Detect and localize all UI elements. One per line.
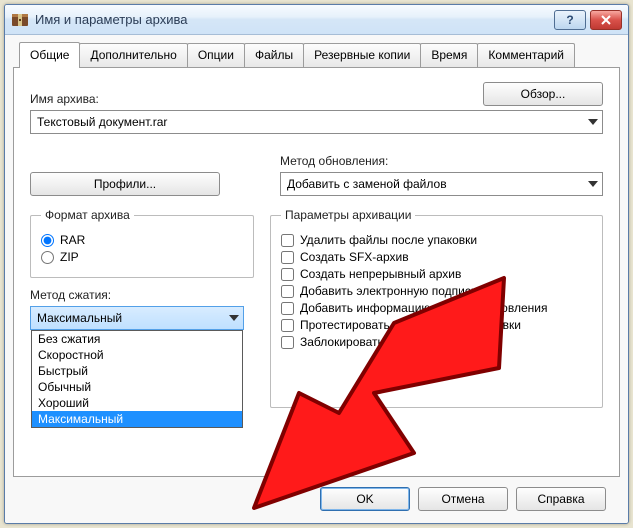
tab-advanced[interactable]: Дополнительно [79, 43, 187, 67]
dialog-window: Имя и параметры архива ? Общие Дополните… [4, 4, 629, 524]
tab-backup[interactable]: Резервные копии [303, 43, 421, 67]
compression-option[interactable]: Быстрый [32, 363, 242, 379]
opt-solid[interactable]: Создать непрерывный архив [281, 267, 592, 281]
archive-params-group: Параметры архивации Удалить файлы после … [270, 208, 603, 408]
opt-lock[interactable]: Заблокировать архив [281, 335, 592, 349]
tab-general[interactable]: Общие [19, 42, 80, 68]
opt-test[interactable]: Протестировать файлы после упаковки [281, 318, 592, 332]
compression-option[interactable]: Без сжатия [32, 331, 242, 347]
app-icon [11, 11, 29, 29]
opt-recovery[interactable]: Добавить информацию для восстановления [281, 301, 592, 315]
compression-value: Максимальный [37, 311, 122, 325]
tab-files[interactable]: Файлы [244, 43, 304, 67]
archive-name-value: Текстовый документ.rar [37, 115, 167, 129]
opt-delete-after[interactable]: Удалить файлы после упаковки [281, 233, 592, 247]
compression-combo[interactable]: Максимальный Без сжатия Скоростной Быстр… [30, 306, 244, 330]
window-buttons: ? [554, 10, 622, 30]
tab-time[interactable]: Время [420, 43, 478, 67]
close-button[interactable] [590, 10, 622, 30]
help-button[interactable]: ? [554, 10, 586, 30]
window-title: Имя и параметры архива [35, 12, 554, 27]
compression-option[interactable]: Обычный [32, 379, 242, 395]
ok-button[interactable]: OK [320, 487, 410, 511]
update-method-combo[interactable]: Добавить с заменой файлов [280, 172, 603, 196]
opt-sfx[interactable]: Создать SFX-архив [281, 250, 592, 264]
compression-option-selected[interactable]: Максимальный [32, 411, 242, 427]
compression-dropdown: Без сжатия Скоростной Быстрый Обычный Хо… [31, 330, 243, 428]
tab-panel-general: Имя архива: Обзор... Текстовый документ.… [13, 67, 620, 477]
format-rar-radio[interactable]: RAR [41, 233, 243, 247]
tabstrip: Общие Дополнительно Опции Файлы Резервны… [19, 41, 620, 67]
update-method-value: Добавить с заменой файлов [287, 177, 447, 191]
archive-params-legend: Параметры архивации [281, 208, 415, 222]
dialog-button-bar: OK Отмена Справка [13, 477, 620, 515]
browse-button[interactable]: Обзор... [483, 82, 603, 106]
tab-comment[interactable]: Комментарий [477, 43, 575, 67]
svg-text:?: ? [566, 14, 573, 26]
update-method-label: Метод обновления: [280, 154, 603, 168]
titlebar: Имя и параметры архива ? [5, 5, 628, 35]
chevron-down-icon [588, 119, 598, 125]
chevron-down-icon [229, 315, 239, 321]
compression-option[interactable]: Хороший [32, 395, 242, 411]
cancel-button[interactable]: Отмена [418, 487, 508, 511]
help-button-footer[interactable]: Справка [516, 487, 606, 511]
archive-format-legend: Формат архива [41, 208, 134, 222]
compression-label: Метод сжатия: [30, 288, 254, 302]
client-area: Общие Дополнительно Опции Файлы Резервны… [5, 35, 628, 523]
archive-format-group: Формат архива RAR ZIP [30, 208, 254, 278]
archive-name-input[interactable]: Текстовый документ.rar [30, 110, 603, 134]
format-zip-radio[interactable]: ZIP [41, 250, 243, 264]
profiles-button[interactable]: Профили... [30, 172, 220, 196]
opt-signature[interactable]: Добавить электронную подпись [281, 284, 592, 298]
compression-option[interactable]: Скоростной [32, 347, 242, 363]
archive-name-label: Имя архива: [30, 92, 473, 106]
tab-options[interactable]: Опции [187, 43, 245, 67]
chevron-down-icon [588, 181, 598, 187]
